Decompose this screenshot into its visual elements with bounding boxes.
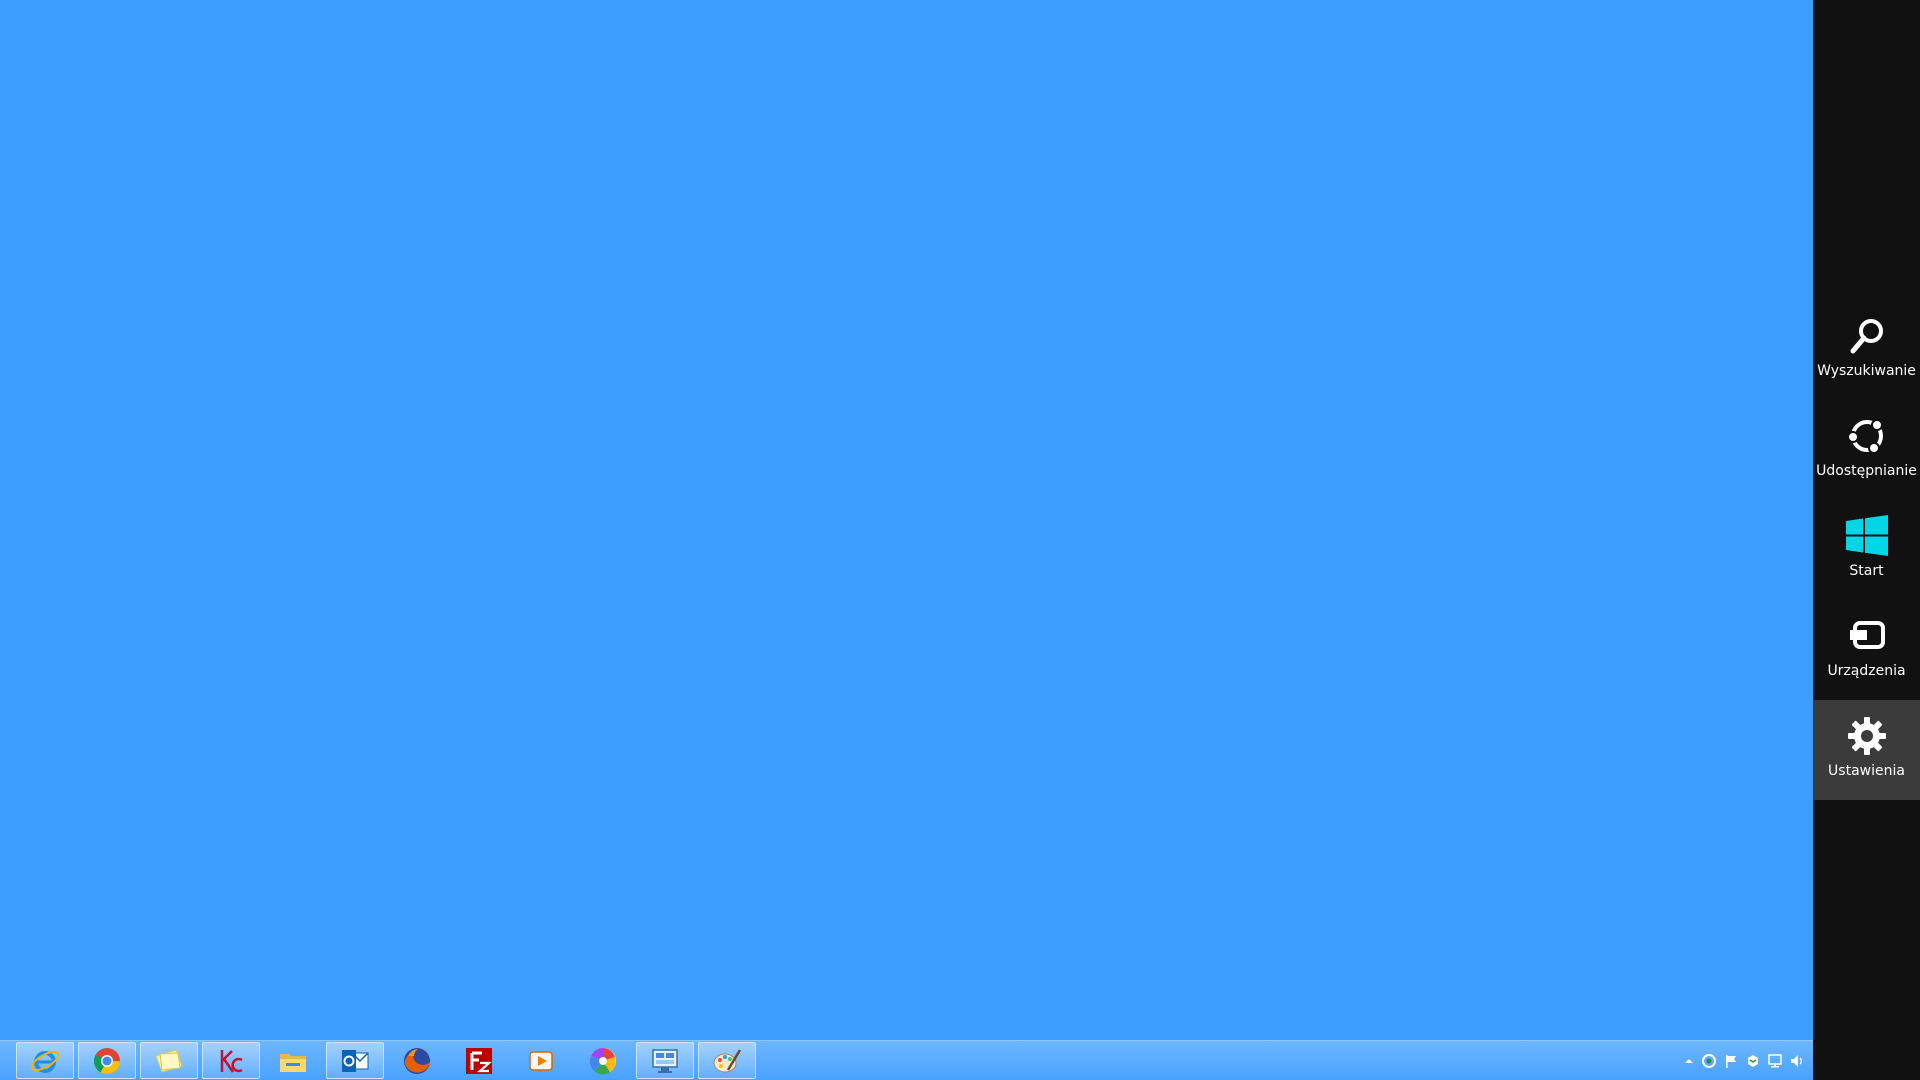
- tray-network-share[interactable]: [1745, 1053, 1761, 1069]
- show-hidden-icons-chevron-icon: [1685, 1059, 1693, 1063]
- charm-share-label: Udostępnianie: [1816, 463, 1917, 479]
- charm-share-icon-wrap: [1846, 415, 1888, 457]
- internet-explorer-icon: [30, 1050, 60, 1073]
- volume-icon: [1791, 1055, 1802, 1067]
- picasa-icon: [589, 1047, 616, 1074]
- network-share-icon: [1748, 1055, 1758, 1067]
- gear-icon: [1848, 717, 1886, 755]
- charms-bar: Wyszukiwanie Udostępnianie Start Urządze…: [1813, 0, 1920, 1080]
- kc-app-icon: [220, 1049, 243, 1073]
- tray-sync-status[interactable]: [1701, 1053, 1717, 1069]
- taskbar-app-sticky-notes[interactable]: [140, 1042, 198, 1079]
- devices-icon: [1850, 621, 1885, 649]
- taskbar-app-filezilla[interactable]: [450, 1042, 508, 1079]
- remote-desktop-icon: [652, 1048, 678, 1073]
- taskbar-app-outlook[interactable]: [326, 1042, 384, 1079]
- show-hidden-icons-button[interactable]: [1681, 1053, 1697, 1069]
- firefox-icon: [404, 1047, 430, 1074]
- file-explorer-icon: [280, 1053, 306, 1072]
- media-player-icon: [529, 1050, 553, 1071]
- charm-share[interactable]: Udostępnianie: [1813, 400, 1920, 500]
- desktop-background[interactable]: [0, 0, 1813, 1040]
- charm-devices-icon-wrap: [1846, 615, 1888, 657]
- charm-settings-icon-wrap: [1846, 715, 1888, 757]
- charm-start-label: Start: [1849, 563, 1884, 579]
- chrome-icon: [93, 1047, 121, 1074]
- charm-search-label: Wyszukiwanie: [1817, 363, 1916, 379]
- taskbar-app-remote-desktop[interactable]: [636, 1042, 694, 1079]
- network-icon: [1768, 1054, 1782, 1068]
- charm-devices[interactable]: Urządzenia: [1813, 600, 1920, 700]
- taskbar-app-picasa[interactable]: [574, 1042, 632, 1079]
- charm-devices-label: Urządzenia: [1827, 663, 1906, 679]
- filezilla-icon: [466, 1047, 492, 1074]
- taskbar-app-internet-explorer[interactable]: [16, 1042, 74, 1079]
- paint-icon: [713, 1048, 742, 1072]
- search-icon: [1850, 319, 1883, 354]
- taskbar-app-file-explorer[interactable]: [264, 1042, 322, 1079]
- taskbar-app-chrome[interactable]: [78, 1042, 136, 1079]
- sync-status-icon: [1702, 1054, 1716, 1068]
- action-center-flag-icon: [1726, 1055, 1736, 1068]
- sticky-notes-icon: [155, 1048, 183, 1073]
- system-tray: [1673, 1041, 1813, 1080]
- tray-volume[interactable]: [1789, 1053, 1805, 1069]
- windows-logo-icon: [1846, 515, 1888, 556]
- tray-network[interactable]: [1767, 1053, 1783, 1069]
- charm-settings[interactable]: Ustawienia: [1813, 700, 1920, 800]
- charm-search-icon-wrap: [1846, 315, 1888, 357]
- taskbar-app-paint[interactable]: [698, 1042, 756, 1079]
- taskbar[interactable]: [0, 1040, 1813, 1080]
- charm-settings-label: Ustawienia: [1828, 763, 1905, 779]
- tray-action-center[interactable]: [1723, 1053, 1739, 1069]
- charm-start[interactable]: Start: [1813, 500, 1920, 600]
- outlook-icon: [342, 1049, 369, 1072]
- charm-start-icon-wrap: [1846, 515, 1888, 557]
- taskbar-app-firefox[interactable]: [388, 1042, 446, 1079]
- charm-search[interactable]: Wyszukiwanie: [1813, 300, 1920, 400]
- taskbar-app-media-player[interactable]: [512, 1042, 570, 1079]
- taskbar-app-kc[interactable]: [202, 1042, 260, 1079]
- share-icon: [1847, 419, 1883, 454]
